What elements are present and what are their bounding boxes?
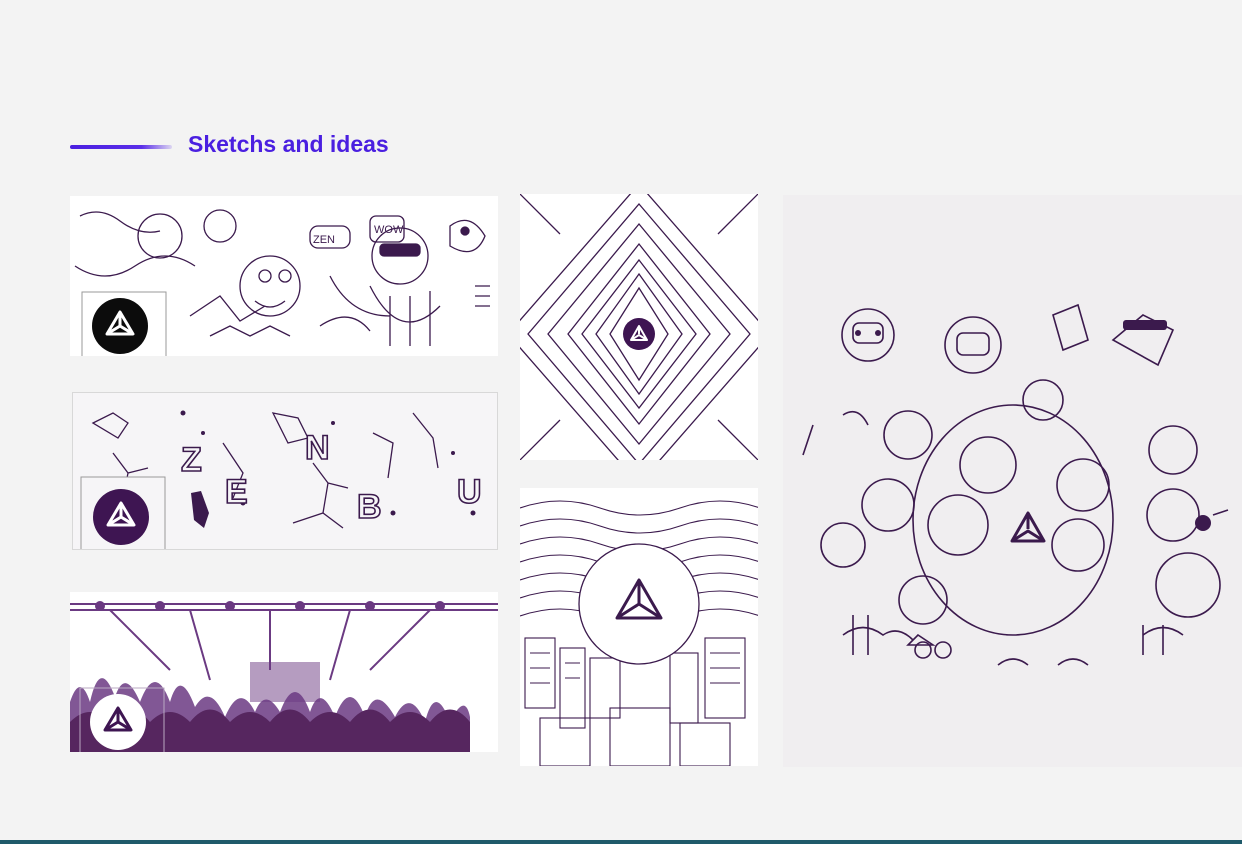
speech-bubble-text: ZEN [313,234,335,246]
heading-accent-line [70,145,172,149]
diamond-tunnel-artwork [520,194,758,460]
speech-bubble-text: WOW [374,224,404,236]
doodle-illustration: ZEN WOW [70,196,498,356]
concert-banner-artwork [70,592,498,752]
zenbu-banner-artwork: Z E N B U [72,392,498,550]
zenbu-letter-u: U [457,473,482,511]
zenbu-letter-b: B [357,488,382,526]
zenbu-letter-n: N [305,429,330,467]
city-wave-artwork [520,488,758,766]
city-wave-illustration [520,488,758,766]
concert-crowd-illustration [70,592,498,752]
bottom-edge-bar [0,840,1242,844]
doodle-banner-artwork: ZEN WOW [70,196,498,356]
zenbu-letter-e: E [225,473,248,511]
floating-figures-illustration: Z E N B U [73,393,497,549]
zenbu-letter-z: Z [181,441,202,479]
section-title: Sketchs and ideas [188,131,389,157]
robot-crowd-illustration [783,195,1242,767]
diamond-tunnel-illustration [520,194,758,460]
robot-crowd-artwork [783,195,1242,767]
